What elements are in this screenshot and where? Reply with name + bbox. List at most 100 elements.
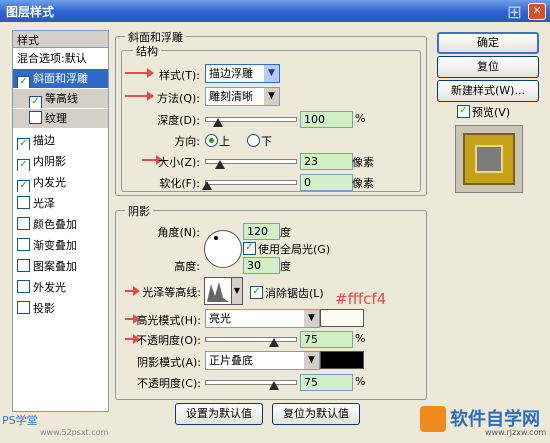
slider-thumb[interactable] <box>269 338 279 347</box>
shadow-opacity-label: 不透明度(C): <box>137 377 201 390</box>
windows-flag-icon: ⊞ <box>506 2 522 23</box>
gloss-contour-label: 光泽等高线: <box>142 286 201 299</box>
altitude-label: 高度: <box>174 260 200 273</box>
highlight-opacity-label: 不透明度(O): <box>136 334 201 347</box>
reset-button[interactable]: 复位 <box>437 56 539 78</box>
highlight-opacity-slider[interactable] <box>205 337 297 342</box>
checkbox-icon[interactable] <box>17 238 30 251</box>
shadow-opacity-slider[interactable] <box>205 380 297 385</box>
altitude-unit: 度 <box>280 260 291 273</box>
shading-title: 阴影 <box>125 203 153 219</box>
soften-unit: 像素 <box>352 177 374 190</box>
style-label: 样式(T): <box>158 69 200 82</box>
highlight-opacity-input[interactable]: 75 <box>300 331 353 348</box>
shadow-opacity-input[interactable]: 75 <box>300 374 353 391</box>
styles-header[interactable]: 样式 <box>13 31 108 48</box>
style-item-stroke[interactable]: ✓ 描边 <box>13 131 108 150</box>
angle-unit: 度 <box>280 226 291 239</box>
title-bar[interactable] <box>0 0 550 22</box>
styles-list: 样式 混合选项:默认 ✓ 斜面和浮雕 ✓ 等高线 纹理 ✓ 描边 ✓ 内阴影 ✓ 内发光 … <box>12 30 109 412</box>
angle-dial[interactable] <box>204 230 242 268</box>
chevron-down-icon: ▼ <box>264 65 279 82</box>
preview-inner <box>475 145 503 173</box>
style-item-bevel[interactable]: ✓ 斜面和浮雕 <box>13 69 108 88</box>
watermark-right-url: www.rjzxw.com <box>485 428 547 437</box>
style-item-satin[interactable]: 光泽 <box>13 194 108 213</box>
style-item-drop-shadow[interactable]: 投影 <box>13 299 108 318</box>
angle-label: 角度(N): <box>157 226 200 239</box>
reset-default-button[interactable]: 复位为默认值 <box>272 403 360 425</box>
angle-dial-dot <box>214 236 218 240</box>
style-item-gradient-overlay[interactable]: 渐变叠加 <box>13 236 108 255</box>
style-item-texture[interactable]: 纹理 <box>13 109 108 128</box>
technique-select[interactable]: 雕刻清晰 ▼ <box>205 87 280 106</box>
shadow-opacity-unit: % <box>355 375 366 388</box>
slider-thumb[interactable] <box>269 381 279 390</box>
window-title: 图层样式 <box>6 5 55 19</box>
checkbox-icon[interactable] <box>17 196 30 209</box>
checkbox-icon[interactable]: ✓ <box>17 180 30 192</box>
direction-down-radio[interactable] <box>247 134 260 147</box>
anti-alias-label: 消除锯齿(L) <box>265 287 324 300</box>
close-button[interactable]: ✕ <box>528 3 546 20</box>
altitude-input[interactable]: 30 <box>243 257 280 274</box>
watermark-left: PS学堂 <box>2 414 38 427</box>
checkbox-icon[interactable]: ✓ <box>29 96 42 108</box>
style-item-pattern-overlay[interactable]: 图案叠加 <box>13 257 108 276</box>
preview-thumbnail <box>463 133 515 185</box>
chevron-down-icon: ▼ <box>304 352 319 369</box>
soften-label: 软化(F): <box>159 177 200 190</box>
highlight-color-swatch[interactable] <box>320 309 364 327</box>
style-item-color-overlay[interactable]: 颜色叠加 <box>13 215 108 234</box>
shadow-mode-select[interactable]: 正片叠底 ▼ <box>205 351 320 370</box>
preview-label: 预览(V) <box>472 106 511 119</box>
size-input[interactable]: 23 <box>300 153 353 170</box>
direction-up-label: 上 <box>219 135 230 148</box>
style-preview-box <box>455 125 523 193</box>
make-default-button[interactable]: 设置为默认值 <box>175 403 263 425</box>
slider-thumb[interactable] <box>213 118 223 127</box>
highlight-mode-label: 高光模式(H): <box>136 314 201 327</box>
direction-up-radio[interactable] <box>205 134 218 147</box>
angle-input[interactable]: 120 <box>243 223 280 240</box>
checkbox-icon[interactable] <box>17 280 30 293</box>
direction-down-label: 下 <box>261 135 272 148</box>
checkbox-icon[interactable] <box>29 111 42 124</box>
anti-alias-checkbox[interactable]: ✓ <box>250 286 263 299</box>
checkbox-icon[interactable]: ✓ <box>17 159 30 171</box>
style-select[interactable]: 描边浮雕 ▼ <box>205 64 280 83</box>
direction-label: 方向: <box>174 135 200 148</box>
new-style-button[interactable]: 新建样式(W)... <box>437 80 539 102</box>
style-item-contour[interactable]: ✓ 等高线 <box>13 89 108 108</box>
soften-input[interactable]: 0 <box>300 174 353 191</box>
size-unit: 像素 <box>352 156 374 169</box>
style-item-outer-glow[interactable]: 外发光 <box>13 278 108 297</box>
checkbox-icon[interactable]: ✓ <box>17 76 30 88</box>
highlight-mode-select[interactable]: 亮光 ▼ <box>205 309 320 328</box>
style-item-inner-glow[interactable]: ✓ 内发光 <box>13 173 108 192</box>
chevron-down-icon[interactable]: ▼ <box>231 277 243 305</box>
gloss-contour-picker[interactable] <box>204 277 232 305</box>
preview-checkbox[interactable]: ✓ <box>457 105 470 118</box>
checkbox-icon[interactable] <box>17 259 30 272</box>
chevron-down-icon: ▼ <box>304 310 319 327</box>
checkbox-icon[interactable] <box>17 301 30 314</box>
site-logo-icon <box>420 406 446 432</box>
slider-thumb[interactable] <box>215 160 225 169</box>
size-label: 大小(Z): <box>158 156 200 169</box>
depth-label: 深度(D): <box>157 114 200 127</box>
style-item-inner-shadow[interactable]: ✓ 内阴影 <box>13 152 108 171</box>
shadow-color-swatch[interactable] <box>320 351 364 369</box>
highlight-color-annotation: #fffcf4 <box>335 290 387 308</box>
checkbox-icon[interactable]: ✓ <box>17 138 30 150</box>
blend-options-item[interactable]: 混合选项:默认 <box>13 49 108 68</box>
ok-button[interactable]: 确定 <box>437 32 539 54</box>
depth-unit: % <box>355 112 366 125</box>
technique-label: 方法(Q): <box>157 92 200 105</box>
global-light-checkbox[interactable]: ✓ <box>243 242 256 255</box>
depth-input[interactable]: 100 <box>300 111 353 128</box>
soften-slider[interactable] <box>205 180 297 185</box>
slider-thumb[interactable] <box>202 181 212 190</box>
checkbox-icon[interactable] <box>17 217 30 230</box>
watermark-left-url: www.52psxt.com <box>40 428 109 437</box>
